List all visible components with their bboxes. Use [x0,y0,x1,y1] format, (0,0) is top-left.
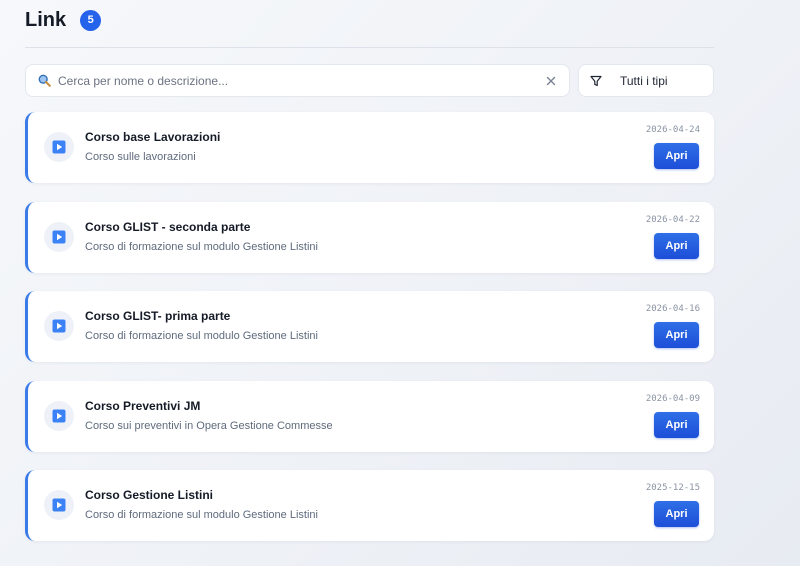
card-title: Corso GLIST- prima parte [85,309,231,323]
card-description: Corso sui preventivi in Opera Gestione C… [85,420,333,432]
link-card: Corso GLIST - seconda parte Corso di for… [25,202,714,273]
video-play-icon [44,490,74,520]
card-title: Corso Preventivi JM [85,399,201,413]
page-header: Link 5 [25,6,102,34]
header-divider [25,47,714,48]
card-date: 2025-12-15 [645,483,700,493]
card-title: Corso GLIST - seconda parte [85,220,251,234]
link-card: Corso Preventivi JM Corso sui preventivi… [25,381,714,452]
video-play-icon [44,401,74,431]
open-button[interactable]: Apri [654,233,699,259]
search-icon [36,73,52,89]
card-description: Corso di formazione sul modulo Gestione … [85,330,318,342]
card-description: Corso di formazione sul modulo Gestione … [85,509,318,521]
open-button[interactable]: Apri [654,501,699,527]
card-title: Corso Gestione Listini [85,488,214,502]
card-title: Corso base Lavorazioni [85,130,221,144]
open-button[interactable]: Apri [654,143,699,169]
card-description: Corso di formazione sul modulo Gestione … [85,241,318,253]
filter-icon [589,74,603,88]
video-play-icon [44,222,74,252]
card-date: 2026-04-16 [645,304,700,314]
open-button[interactable]: Apri [654,322,699,348]
page-title: Link [25,8,67,31]
open-button[interactable]: Apri [654,412,699,438]
close-icon[interactable] [543,73,559,89]
link-card: Corso base Lavorazioni Corso sulle lavor… [25,112,714,183]
link-card: Corso Gestione Listini Corso di formazio… [25,470,714,541]
card-date: 2026-04-22 [645,215,700,225]
search-box[interactable] [25,64,570,97]
filter-selected-value: Tutti i tipi [620,73,668,88]
search-input[interactable] [58,73,543,88]
type-filter-select[interactable]: Tutti i tipi [578,64,714,97]
card-date: 2026-04-09 [645,394,700,404]
link-card: Corso GLIST- prima parte Corso di formaz… [25,291,714,362]
count-badge: 5 [80,9,102,31]
video-play-icon [44,132,74,162]
video-play-icon [44,311,74,341]
card-description: Corso sulle lavorazioni [85,151,196,163]
card-date: 2026-04-24 [645,125,700,135]
